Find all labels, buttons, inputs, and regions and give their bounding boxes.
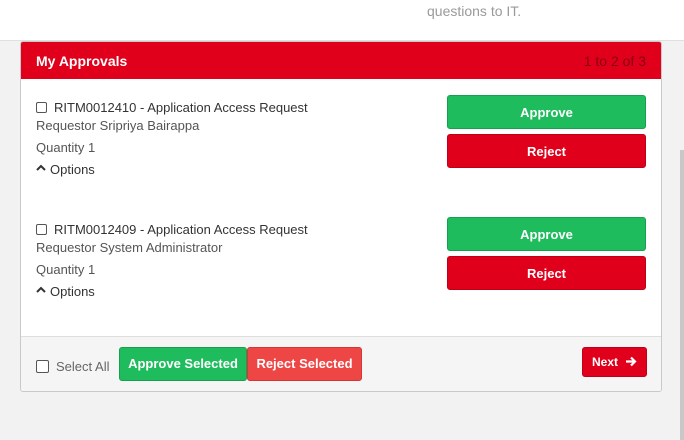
reject-button[interactable]: Reject [447,256,646,290]
item-actions: Approve Reject [447,217,646,290]
approve-button[interactable]: Approve [447,95,646,129]
options-label: Options [50,162,95,177]
panel-footer: Select All Approve Selected Reject Selec… [21,336,661,391]
approval-item: RITM0012410 - Application Access Request… [21,79,661,200]
page-scrollbar[interactable] [680,150,684,440]
arrow-right-icon [625,355,637,370]
options-toggle[interactable]: Options [36,284,308,299]
item-quantity: Quantity 1 [36,262,96,277]
next-button[interactable]: Next [582,347,647,377]
approve-selected-button[interactable]: Approve Selected [119,347,247,381]
top-area: questions to IT. [0,0,684,41]
select-all-checkbox[interactable] [36,360,49,373]
approvals-panel: My Approvals 1 to 2 of 3 RITM0012410 - A… [20,41,662,392]
select-all-control[interactable]: Select All [36,359,109,374]
pagination-count: 1 to 2 of 3 [583,52,646,69]
panel-header: My Approvals 1 to 2 of 3 [21,42,661,79]
approve-button[interactable]: Approve [447,217,646,251]
panel-title: My Approvals [36,52,128,69]
top-help-text: questions to IT. [427,3,522,19]
select-all-label: Select All [56,359,110,374]
item-requestor: Requestor Sripriya Bairappa [36,118,200,133]
options-toggle[interactable]: Options [36,162,308,177]
chevron-up-icon [36,164,46,175]
approval-item: RITM0012409 - Application Access Request… [21,200,661,321]
approval-info: RITM0012410 - Application Access Request… [36,98,308,177]
item-quantity: Quantity 1 [36,140,96,155]
item-checkbox[interactable] [36,223,47,235]
item-requestor: Requestor System Administrator [36,240,223,255]
approval-info: RITM0012409 - Application Access Request… [36,220,308,299]
reject-button[interactable]: Reject [447,134,646,168]
item-title: RITM0012410 - Application Access Request [54,99,308,115]
options-label: Options [50,284,95,299]
item-checkbox[interactable] [36,101,47,113]
chevron-up-icon [36,286,46,297]
item-actions: Approve Reject [447,95,646,168]
reject-selected-button[interactable]: Reject Selected [247,347,362,381]
item-title: RITM0012409 - Application Access Request [54,221,308,237]
next-label: Next [591,355,618,369]
